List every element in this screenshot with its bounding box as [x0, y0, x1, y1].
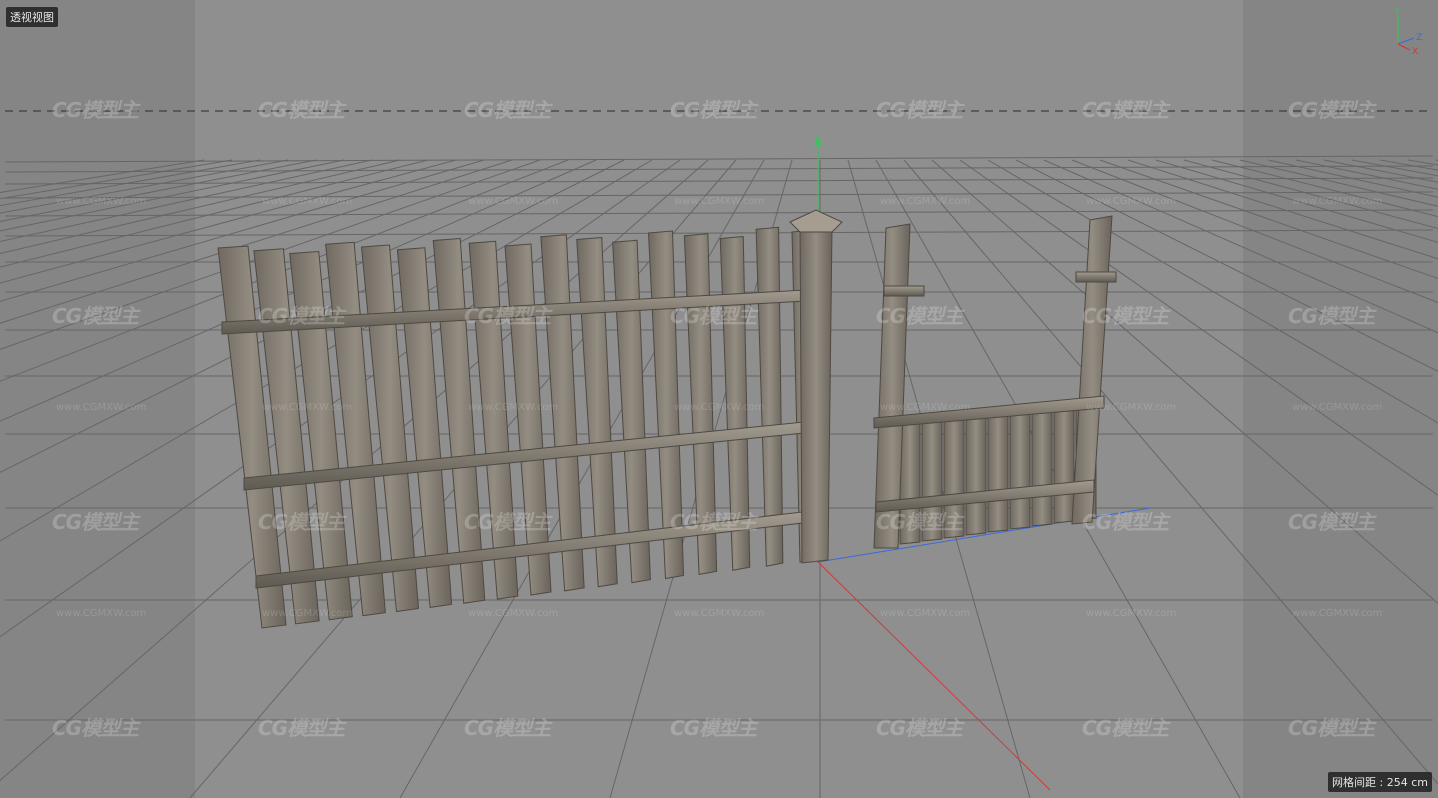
right-safe-frame [1243, 0, 1438, 798]
left-safe-frame [0, 0, 195, 798]
gate-plank [899, 421, 921, 545]
gate-plank [965, 412, 987, 536]
viewport-3d[interactable]: Y Z X CG模型主www.CGMXW.comCG模型主www.CGMXW.c… [0, 0, 1438, 798]
gate-plank [987, 409, 1009, 533]
floor-grid [0, 155, 1438, 798]
view-mode-label[interactable]: 透视视图 [6, 7, 58, 27]
grid-spacing-readout: 网格间距 : 254 cm [1328, 772, 1432, 792]
grid-line [4, 155, 1434, 163]
gate-plank [1031, 403, 1053, 527]
x-axis-line [817, 561, 1051, 791]
grid-line [4, 209, 1434, 217]
grid-line [4, 191, 1434, 199]
gate-plank [1053, 400, 1075, 524]
gate-bracket [1075, 271, 1117, 283]
gate-plank [921, 418, 943, 542]
gate-plank [943, 415, 965, 539]
scene-canvas[interactable]: Y Z X [0, 0, 1438, 798]
gizmo-x-label: X [1412, 47, 1418, 57]
fence-panel-left[interactable] [217, 226, 817, 629]
gate-bracket [883, 285, 925, 297]
gate-plank [1009, 406, 1031, 530]
y-axis-arrow [814, 134, 822, 146]
gizmo-y-label: Y [1393, 7, 1400, 17]
grid-line [4, 229, 1434, 237]
gizmo-z-label: Z [1416, 33, 1422, 43]
